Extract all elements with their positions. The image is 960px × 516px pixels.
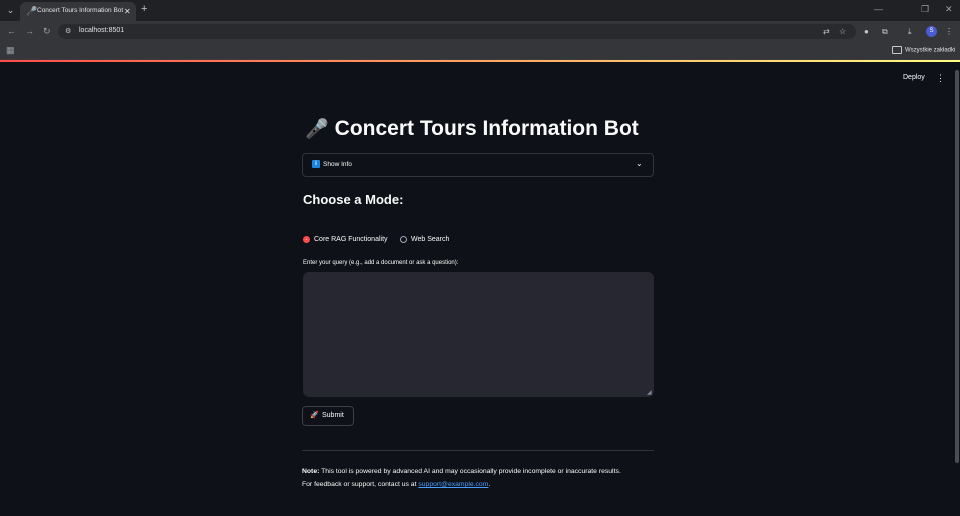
info-icon: i [312,160,320,168]
radio-unselected-indicator[interactable] [400,236,407,243]
browser-toolbar: ← → ↻ ⚙ localhost:8501 ⇄ ☆ ● ⧉ ⤓ ⋮ [0,21,960,42]
show-info-expander[interactable]: i Show Info ⌄ [302,153,654,177]
profile-avatar[interactable]: S [926,26,937,37]
support-email-link[interactable]: support@example.com [418,481,488,488]
divider [302,450,654,451]
restore-icon[interactable]: ❐ [921,3,929,16]
deploy-button[interactable]: Deploy [903,74,925,81]
expander-label: Show Info [323,161,352,168]
chevron-down-icon: ⌄ [636,159,643,168]
chrome-menu-icon[interactable]: ⋮ [945,26,953,37]
extension-icon[interactable]: ● [864,26,869,37]
all-bookmarks-label: Wszystkie zakładki [905,47,956,54]
radio-selected-indicator[interactable] [303,236,310,243]
download-icon[interactable]: ⤓ [908,26,912,37]
mode-heading: Choose a Mode: [303,192,404,207]
forward-icon[interactable]: → [25,25,34,38]
note-text: This tool is powered by advanced AI and … [319,468,621,475]
feedback-end: . [488,481,491,488]
back-icon[interactable]: ← [7,25,16,38]
apps-grid-icon[interactable]: ▦ [6,45,15,56]
window-close-icon[interactable]: ✕ [945,3,953,16]
note-bold: Note: [302,468,320,475]
address-bar[interactable]: ⚙ localhost:8501 ⇄ ☆ [58,24,856,39]
decoration-bar [0,60,960,62]
extensions-puzzle-icon[interactable]: ⧉ [882,26,888,37]
microphone-icon: 🎤 [305,119,329,140]
scrollbar[interactable] [955,70,959,463]
feedback-text: For feedback or support, contact us at [302,481,419,488]
tab-search-icon[interactable]: ⌄ [4,4,17,17]
main-menu-icon[interactable]: ⋮ [936,72,945,84]
browser-tabstrip: ⌄ 🎤 Concert Tours Information Bot ✕ + — … [0,0,960,21]
browser-tab[interactable]: 🎤 Concert Tours Information Bot ✕ [20,2,136,21]
radio-label: Core RAG Functionality [314,236,388,243]
feedback-note: For feedback or support, contact us at s… [302,481,490,488]
microphone-icon: 🎤 [26,6,38,16]
submit-label: Submit [322,412,344,419]
close-tab-icon[interactable]: ✕ [124,6,131,17]
site-info-icon[interactable]: ⚙ [65,26,71,37]
url-text[interactable]: localhost:8501 [79,27,124,34]
submit-button[interactable]: 🚀 Submit [302,406,354,426]
resize-handle-icon[interactable]: ◢ [647,390,652,396]
minimize-icon[interactable]: — [874,3,883,16]
tab-title: Concert Tours Information Bot [37,7,124,14]
reload-icon[interactable]: ↻ [43,25,51,38]
query-input[interactable] [303,272,654,397]
page-title-text: Concert Tours Information Bot [334,117,639,140]
rocket-icon: 🚀 [310,412,319,419]
radio-label: Web Search [411,236,450,243]
bookmark-star-icon[interactable]: ☆ [839,26,846,37]
bookmarks-bar: ▦ Wszystkie zakładki [0,42,960,60]
query-label: Enter your query (e.g., add a document o… [303,260,459,266]
translate-icon[interactable]: ⇄ [823,26,830,37]
new-tab-icon[interactable]: + [141,3,147,16]
all-bookmarks[interactable]: Wszystkie zakładki [892,46,955,54]
folder-icon [892,46,902,54]
page-title: 🎤 Concert Tours Information Bot [305,117,639,141]
disclaimer-note: Note: This tool is powered by advanced A… [302,468,621,475]
